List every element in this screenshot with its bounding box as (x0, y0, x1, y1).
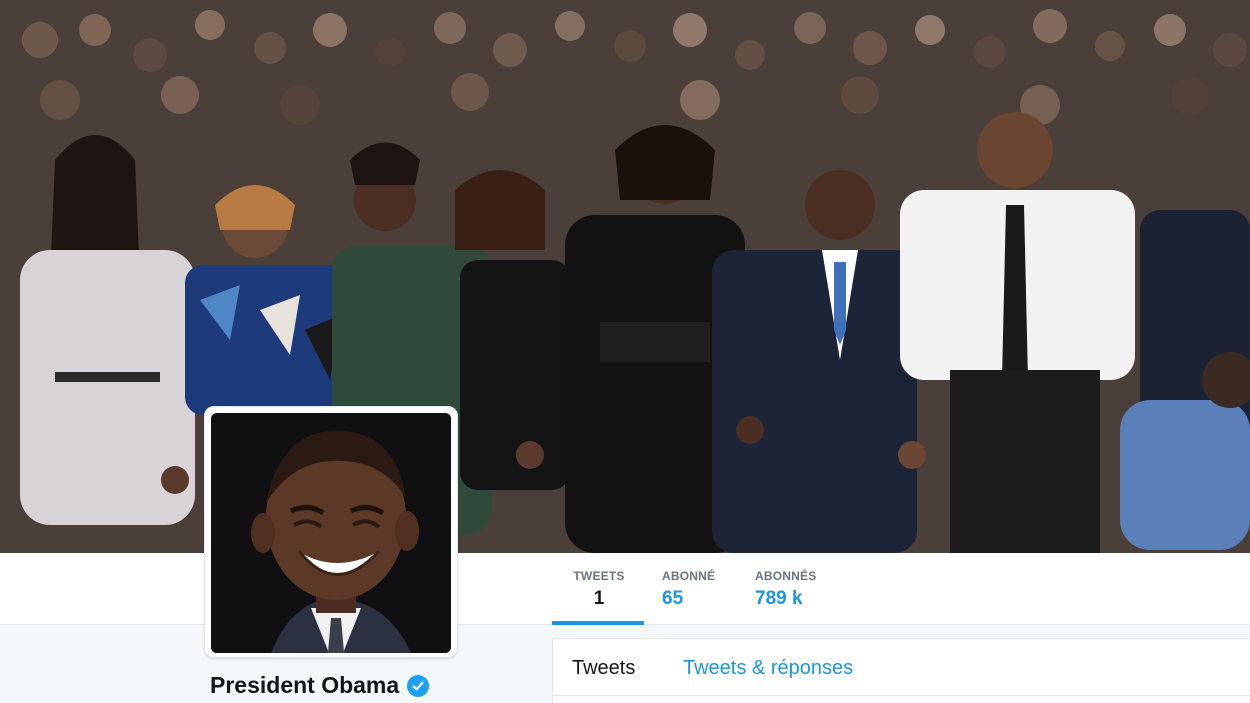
profile-display-name[interactable]: President Obama (210, 672, 430, 699)
profile-avatar-frame[interactable] (204, 406, 458, 658)
timeline-panel: Tweets Tweets & réponses (552, 638, 1250, 703)
stat-following-value: 65 (662, 588, 684, 609)
stat-followers[interactable]: ABONNÉS 789 k (755, 569, 816, 610)
tab-tweets[interactable]: Tweets (572, 657, 635, 680)
portrait-icon (211, 413, 451, 653)
checkmark-icon (412, 681, 424, 690)
profile-page: TWEETS 1 ABONNÉ 65 ABONNÉS 789 k Preside… (0, 0, 1250, 703)
tab-tweets-and-replies[interactable]: Tweets & réponses (683, 657, 853, 680)
verified-badge-icon (407, 674, 430, 697)
stat-tweets-label: TWEETS (573, 569, 625, 583)
stat-following[interactable]: ABONNÉ 65 (662, 569, 715, 610)
stat-followers-value: 789 k (755, 588, 803, 609)
active-stat-underline (552, 621, 644, 625)
avatar[interactable] (211, 413, 451, 653)
profile-stats-bar: TWEETS 1 ABONNÉ 65 ABONNÉS 789 k (0, 553, 1250, 625)
stat-tweets-value: 1 (593, 588, 605, 609)
header-photo[interactable] (0, 0, 1250, 553)
timeline-divider (553, 695, 1250, 696)
stat-followers-label: ABONNÉS (755, 569, 817, 583)
stat-tweets[interactable]: TWEETS 1 (570, 569, 628, 610)
crowd-photo-illustration (0, 0, 1250, 553)
display-name-text: President Obama (210, 672, 400, 698)
stat-following-label: ABONNÉ (662, 569, 716, 583)
